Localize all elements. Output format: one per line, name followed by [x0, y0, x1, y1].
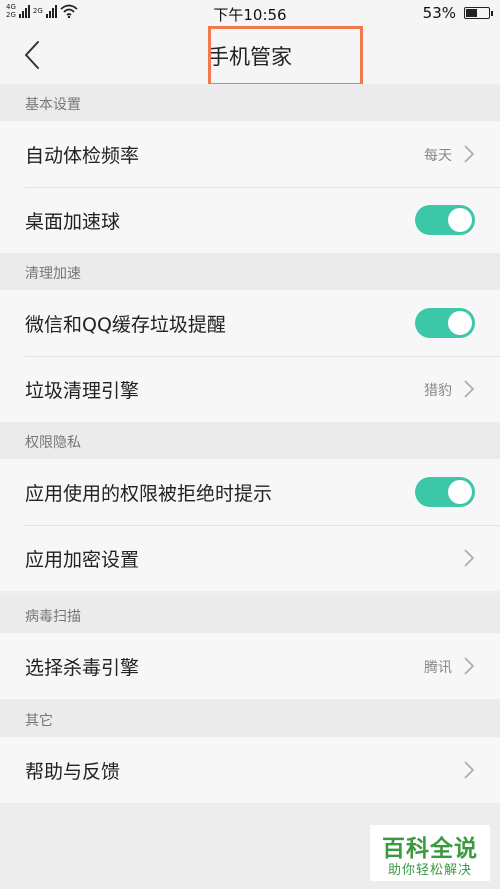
row-app-encryption-settings[interactable]: 应用加密设置	[0, 525, 500, 591]
row-permission-denied-alert: 应用使用的权限被拒绝时提示	[0, 459, 500, 525]
status-bar: 4G 2G 2G 下午10:56 53%	[0, 0, 500, 26]
toggle-desktop-speed-ball[interactable]	[415, 205, 475, 235]
chevron-right-icon	[464, 761, 475, 779]
section-title: 病毒扫描	[25, 609, 81, 625]
chevron-right-icon	[464, 657, 475, 675]
row-divider	[25, 356, 500, 357]
battery-percent: 53%	[422, 4, 456, 22]
row-auto-check-frequency[interactable]: 自动体检频率 每天	[0, 121, 500, 187]
row-antivirus-engine[interactable]: 选择杀毒引擎 腾讯	[0, 633, 500, 699]
battery-icon	[464, 7, 493, 19]
row-desktop-speed-ball: 桌面加速球	[0, 187, 500, 253]
toggle-wechat-qq-cache-reminder[interactable]	[415, 308, 475, 338]
row-help-feedback[interactable]: 帮助与反馈	[0, 737, 500, 803]
section-title: 其它	[25, 713, 53, 729]
row-label: 自动体检频率	[25, 145, 140, 167]
chevron-right-icon	[464, 145, 475, 163]
watermark-logo: 百科全说 助你轻松解决	[370, 825, 490, 881]
row-label: 垃圾清理引擎	[25, 380, 140, 402]
row-label: 帮助与反馈	[25, 761, 121, 783]
row-divider	[25, 187, 500, 188]
row-divider	[25, 525, 500, 526]
section-title: 权限隐私	[25, 435, 81, 451]
toggle-knob	[448, 208, 472, 232]
row-label: 应用加密设置	[25, 549, 140, 571]
chevron-right-icon	[464, 549, 475, 567]
toggle-permission-denied-alert[interactable]	[415, 477, 475, 507]
toggle-knob	[448, 480, 472, 504]
row-label: 微信和QQ缓存垃圾提醒	[25, 314, 226, 336]
row-label: 桌面加速球	[25, 211, 121, 233]
section-header-basic: 基本设置	[0, 84, 500, 121]
row-value: 猎豹	[424, 383, 452, 399]
section-title: 清理加速	[25, 266, 81, 282]
row-wechat-qq-cache-reminder: 微信和QQ缓存垃圾提醒	[0, 290, 500, 356]
status-battery-group: 53%	[422, 4, 493, 22]
row-junk-clean-engine[interactable]: 垃圾清理引擎 猎豹	[0, 356, 500, 422]
page-header: 手机管家	[0, 26, 500, 86]
chevron-right-icon	[464, 380, 475, 398]
section-header-clean: 清理加速	[0, 253, 500, 290]
row-value: 腾讯	[424, 660, 452, 676]
section-header-privacy: 权限隐私	[0, 422, 500, 459]
row-label: 应用使用的权限被拒绝时提示	[25, 483, 273, 505]
toggle-knob	[448, 311, 472, 335]
row-value: 每天	[424, 148, 452, 164]
highlight-annotation-box	[208, 26, 363, 86]
section-header-virus-scan: 病毒扫描	[0, 596, 500, 633]
section-header-others: 其它	[0, 700, 500, 737]
section-title: 基本设置	[25, 97, 81, 113]
battery-level-fill	[466, 9, 478, 17]
row-label: 选择杀毒引擎	[25, 657, 140, 679]
watermark-subtitle: 助你轻松解决	[387, 863, 472, 878]
watermark-title: 百科全说	[382, 836, 478, 862]
